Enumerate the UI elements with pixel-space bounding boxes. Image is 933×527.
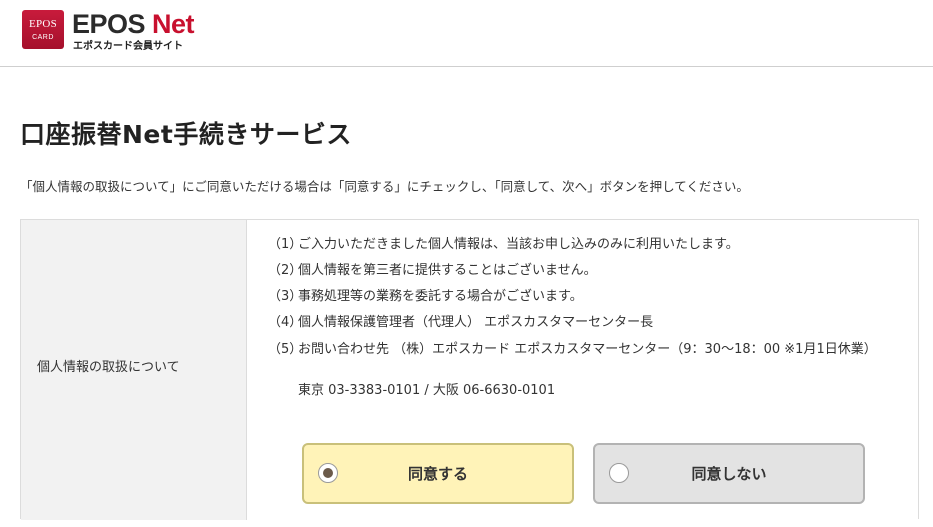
privacy-panel: 個人情報の取扱について （1） ご入力いただきました個人情報は、当該お申し込みの… — [20, 219, 920, 520]
page-title: 口座振替Net手続きサービス — [20, 120, 352, 149]
logo-subtitle: エポスカード会員サイト — [73, 41, 183, 52]
panel-label: 個人情報の取扱について — [37, 360, 180, 375]
logo-net: Net — [152, 9, 195, 39]
panel-body: （1） ご入力いただきました個人情報は、当該お申し込みのみに利用いたします。 （… — [248, 220, 920, 520]
notice-text: 事務処理等の業務を委託する場合がございます。 — [298, 289, 583, 304]
panel-label-cell: 個人情報の取扱について — [21, 220, 247, 520]
logo-card-subtext: CARD — [32, 34, 54, 41]
disagree-option[interactable]: 同意しない — [593, 443, 865, 504]
site-header: EPOS CARD EPOS Net エポスカード会員サイト — [0, 0, 933, 67]
agree-option[interactable]: 同意する — [302, 443, 574, 504]
disagree-label: 同意しない — [691, 465, 767, 483]
notice-text: 個人情報を第三者に提供することはございません。 — [298, 263, 597, 278]
agree-label: 同意する — [407, 465, 468, 483]
notice-phone-text: 東京 03-3383-0101 / 大阪 06-6630-0101 — [298, 383, 556, 398]
logo-card-text: EPOS — [28, 18, 58, 30]
logo-brand: EPOS — [72, 9, 146, 39]
notice-text: お問い合わせ先 （株）エポスカード エポスカスタマーセンター（9：30〜18：0… — [298, 342, 877, 357]
instruction-text: 「個人情報の取扱について」にご同意いただける場合は「同意する」にチェックし、「同… — [20, 179, 749, 194]
epos-card-logo-icon[interactable]: EPOS CARD — [22, 10, 64, 49]
site-logo-text[interactable]: EPOS Net — [72, 9, 195, 39]
notice-text: ご入力いただきました個人情報は、当該お申し込みのみに利用いたします。 — [298, 237, 739, 252]
notice-text: 個人情報保護管理者（代理人） エポスカスタマーセンター長 — [298, 315, 654, 330]
